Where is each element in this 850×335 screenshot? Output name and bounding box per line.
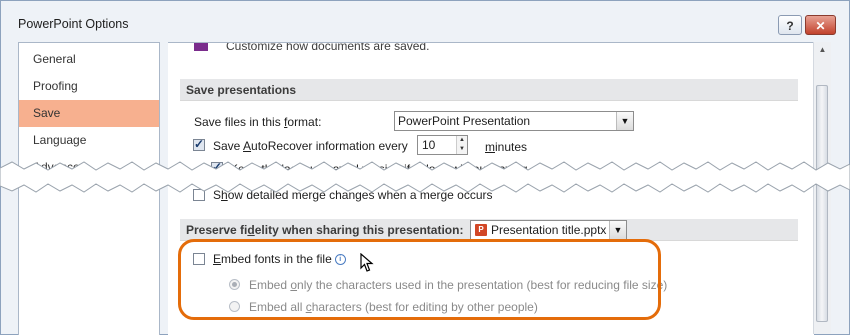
save-format-label: Save files in this format: bbox=[194, 115, 322, 129]
save-format-value: PowerPoint Presentation bbox=[398, 114, 531, 128]
autorecover-checkbox[interactable] bbox=[193, 137, 205, 151]
presentation-file-select[interactable]: P Presentation title.pptx ▼ bbox=[470, 220, 627, 240]
close-icon: ✕ bbox=[815, 19, 826, 33]
spinner-arrows-icon[interactable]: ▲ ▼ bbox=[456, 136, 467, 154]
autorecover-minutes-spinner[interactable]: 10 ▲ ▼ bbox=[417, 135, 468, 155]
title-bar: PowerPoint Options ? ✕ bbox=[1, 1, 849, 35]
category-description: Customize how documents are saved. bbox=[226, 42, 430, 53]
help-button[interactable]: ? bbox=[778, 15, 802, 35]
sidebar-item-language[interactable]: Language bbox=[19, 127, 159, 154]
sidebar-item-general[interactable]: General bbox=[19, 46, 159, 73]
autorecover-label: Save AutoRecover information every bbox=[213, 139, 408, 153]
torn-edge-divider bbox=[0, 161, 850, 193]
save-format-select[interactable]: PowerPoint Presentation ▼ bbox=[394, 111, 634, 131]
chevron-down-icon: ▼ bbox=[616, 112, 633, 130]
mouse-cursor-icon bbox=[360, 253, 374, 272]
sidebar-item-label: Save bbox=[33, 106, 61, 120]
sidebar-item-label: Proofing bbox=[33, 79, 78, 93]
chevron-down-icon: ▼ bbox=[609, 221, 626, 239]
sidebar-item-label: General bbox=[33, 52, 76, 66]
embed-fonts-highlight bbox=[178, 239, 661, 320]
sidebar-item-proofing[interactable]: Proofing bbox=[19, 73, 159, 100]
help-icon: ? bbox=[786, 19, 794, 33]
save-presentations-header: Save presentations bbox=[180, 79, 798, 101]
scroll-thumb[interactable] bbox=[816, 85, 828, 322]
scroll-up-icon[interactable]: ▲ bbox=[814, 42, 831, 57]
close-button[interactable]: ✕ bbox=[805, 15, 836, 35]
minutes-label: minutes bbox=[485, 140, 528, 154]
window-title: PowerPoint Options bbox=[18, 17, 129, 31]
presentation-file-value: Presentation title.pptx bbox=[491, 223, 607, 237]
powerpoint-file-icon: P bbox=[475, 224, 487, 236]
sidebar-item-save[interactable]: Save bbox=[19, 100, 159, 127]
save-category-icon bbox=[194, 43, 208, 51]
autorecover-minutes-value: 10 bbox=[422, 138, 436, 152]
sidebar-item-label: Language bbox=[33, 133, 87, 147]
